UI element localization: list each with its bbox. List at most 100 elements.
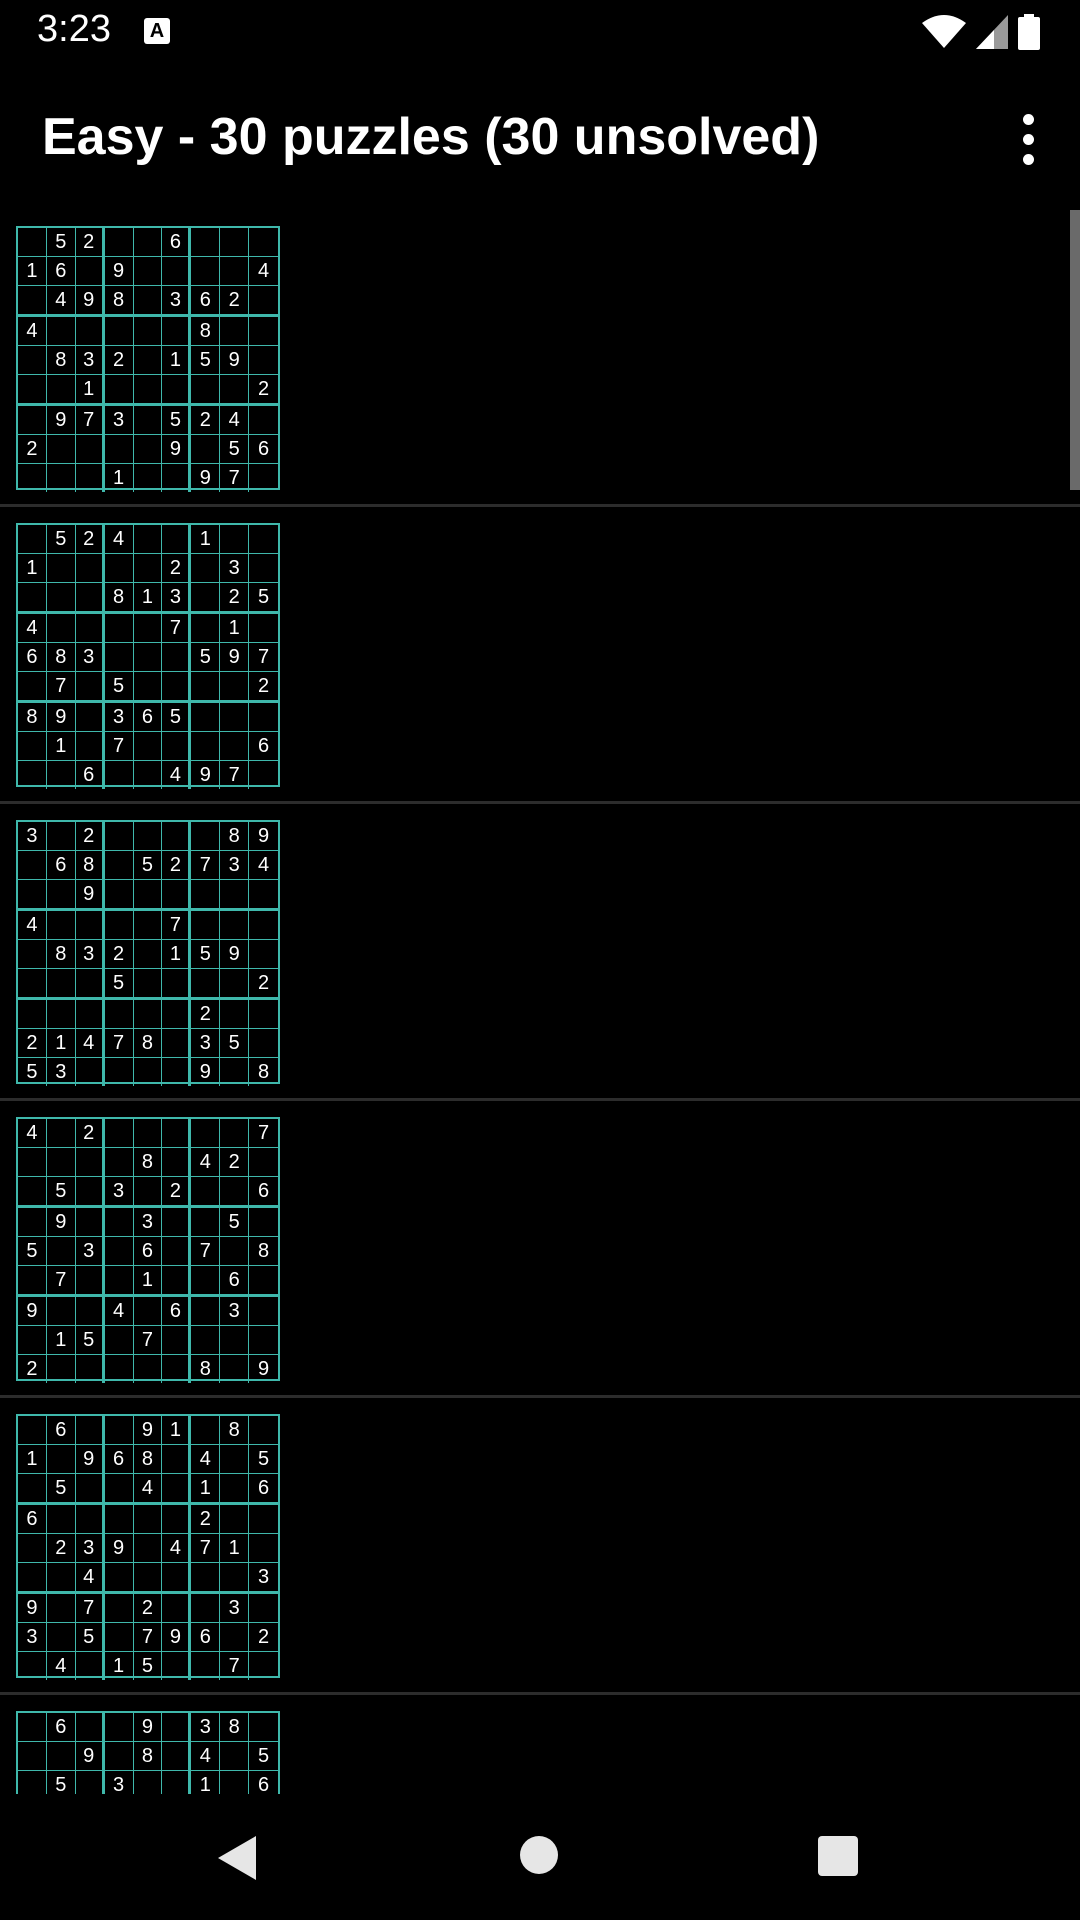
- puzzle-list-item[interactable]: 4278425326935536787169463157289: [0, 1101, 1080, 1398]
- sudoku-cell: 5: [249, 1445, 278, 1474]
- sudoku-cell: [249, 703, 278, 732]
- sudoku-cell: [18, 1713, 47, 1742]
- puzzle-list[interactable]: 5261694498362488321591297352429561975241…: [0, 210, 1080, 1794]
- sudoku-cell: 6: [162, 228, 192, 257]
- sudoku-cell: [220, 732, 250, 761]
- sudoku-cell: 8: [220, 1713, 250, 1742]
- sudoku-cell: [249, 940, 278, 969]
- sudoku-cell: [133, 880, 163, 911]
- sudoku-cell: 3: [104, 406, 134, 435]
- sudoku-cell: [249, 1326, 278, 1355]
- puzzle-list-item[interactable]: 3289685273494783215952221478355398: [0, 804, 1080, 1101]
- sudoku-cell: [76, 464, 105, 492]
- sudoku-cell: [18, 1534, 47, 1563]
- sudoku-cell: 4: [249, 257, 278, 286]
- sudoku-cell: 7: [133, 1623, 163, 1652]
- sudoku-cell: [162, 257, 192, 286]
- sudoku-cell: [18, 1742, 47, 1771]
- sudoku-cell: [162, 1266, 192, 1297]
- sudoku-cell: [104, 435, 134, 464]
- sudoku-cell: [18, 940, 47, 969]
- sudoku-cell: [249, 406, 278, 435]
- puzzle-list-item[interactable]: 526169449836248832159129735242956197: [0, 210, 1080, 507]
- sudoku-cell: 2: [162, 554, 192, 583]
- sudoku-cell: 3: [249, 1563, 278, 1594]
- sudoku-cell: [47, 464, 76, 492]
- recents-icon[interactable]: [818, 1836, 858, 1876]
- sudoku-cell: [46, 435, 76, 464]
- sudoku-cell: 4: [104, 1297, 134, 1326]
- sudoku-cell: 9: [257, 1358, 270, 1380]
- sudoku-cell: 5: [75, 1623, 105, 1652]
- home-icon[interactable]: [520, 1836, 558, 1874]
- sudoku-cell: 9: [18, 1594, 47, 1623]
- sudoku-cell: [249, 880, 278, 911]
- sudoku-cell: 4: [18, 317, 47, 346]
- sudoku-cell: 5: [46, 1177, 76, 1208]
- sudoku-cell: [75, 1713, 105, 1742]
- wifi-icon: [922, 15, 966, 48]
- puzzle-list-item[interactable]: 524112381325471683597752893651766497: [0, 507, 1080, 804]
- sudoku-cell: 5: [191, 940, 221, 969]
- more-options-button[interactable]: [998, 103, 1058, 175]
- puzzle-list-item[interactable]: 693898455316: [0, 1695, 1080, 1794]
- sudoku-cell: [104, 1594, 134, 1623]
- sudoku-cell: [104, 317, 134, 346]
- sudoku-cell: 1: [75, 375, 105, 406]
- sudoku-cell: [18, 525, 47, 554]
- sudoku-cell: [162, 822, 192, 851]
- sudoku-cell: 4: [162, 761, 192, 789]
- sudoku-cell: 6: [133, 703, 163, 732]
- sudoku-cell: 4: [75, 1029, 105, 1058]
- sudoku-cell: 3: [191, 1029, 221, 1058]
- sudoku-cell: 9: [191, 464, 221, 492]
- sudoku-cell: 9: [75, 1445, 105, 1474]
- sudoku-cell: [220, 969, 250, 1000]
- sudoku-grid-preview: 693898455316: [16, 1711, 280, 1794]
- sudoku-cell: 3: [162, 286, 192, 317]
- sudoku-cell: [18, 1652, 47, 1680]
- sudoku-cell: [75, 1208, 105, 1237]
- sudoku-cell: [75, 1474, 105, 1505]
- puzzle-list-item[interactable]: 69181968455416622394714397233579624157: [0, 1398, 1080, 1695]
- sudoku-cell: 2: [220, 286, 250, 317]
- sudoku-cell: 8: [46, 940, 76, 969]
- sudoku-cell: [46, 1237, 76, 1266]
- sudoku-cell: 3: [220, 851, 250, 880]
- sudoku-cell: 9: [191, 1058, 221, 1086]
- sudoku-cell: 4: [104, 525, 134, 554]
- sudoku-cell: [133, 1297, 163, 1326]
- sudoku-cell: [46, 880, 76, 911]
- sudoku-cell: 8: [191, 317, 221, 346]
- sudoku-cell: [18, 1771, 47, 1794]
- sudoku-cell: [191, 1326, 221, 1355]
- sudoku-cell: [162, 880, 192, 911]
- sudoku-cell: [18, 228, 47, 257]
- sudoku-cell: [18, 346, 47, 375]
- sudoku-cell: [249, 1416, 278, 1445]
- sudoku-cell: [191, 1208, 221, 1237]
- sudoku-cell: [220, 317, 250, 346]
- sudoku-cell: [220, 880, 250, 911]
- sudoku-cell: 3: [75, 643, 105, 672]
- sudoku-cell: 4: [191, 1445, 221, 1474]
- sudoku-cell: [220, 525, 250, 554]
- sudoku-cell: [133, 1563, 163, 1594]
- sudoku-cell: [249, 1652, 278, 1680]
- sudoku-cell: [46, 1148, 76, 1177]
- sudoku-cell: 5: [249, 1742, 278, 1771]
- sudoku-cell: 9: [104, 257, 134, 286]
- sudoku-cell: 5: [46, 1474, 76, 1505]
- sudoku-cell: [47, 1355, 76, 1383]
- sudoku-cell: 8: [104, 583, 134, 614]
- more-vert-icon: [1022, 113, 1034, 125]
- sudoku-cell: [75, 1177, 105, 1208]
- sudoku-cell: [249, 911, 278, 940]
- sudoku-cell: [220, 1237, 250, 1266]
- sudoku-cell: 5: [46, 525, 76, 554]
- back-icon[interactable]: [216, 1834, 260, 1882]
- sudoku-cell: 3: [75, 1534, 105, 1563]
- sudoku-cell: [46, 1119, 76, 1148]
- sudoku-cell: [162, 464, 192, 492]
- sudoku-cell: [18, 1416, 47, 1445]
